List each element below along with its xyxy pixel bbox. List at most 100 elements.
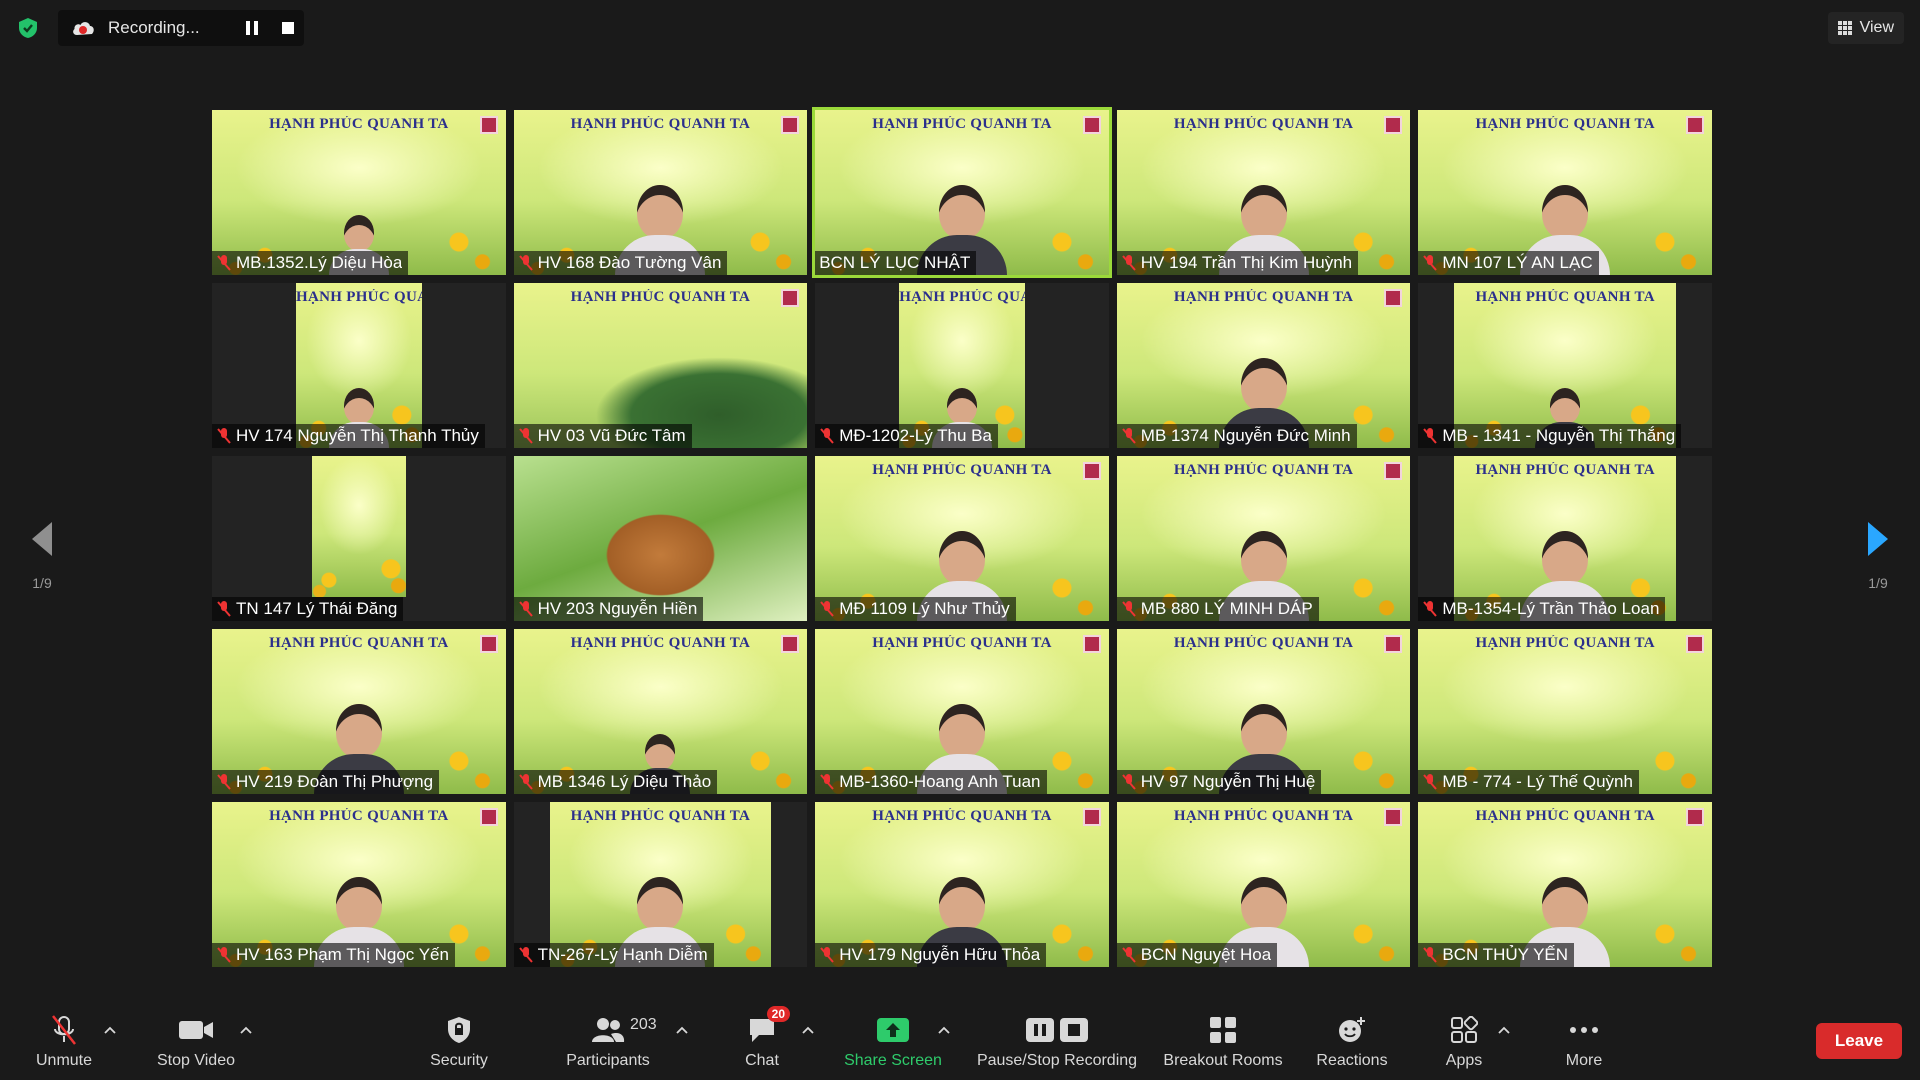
video-tile[interactable]: HẠNH PHÚC QUANH TA MB 880 LÝ MINH DÁP	[1116, 456, 1411, 621]
video-tile[interactable]: HẠNH PHÚC QUANH TA MN 107 LÝ AN LẠC	[1418, 110, 1712, 275]
background-title: HẠNH PHÚC QUANH TA	[1475, 289, 1655, 305]
video-tile[interactable]: HẠNH PHÚC QUANH TA MĐ 1109 Lý Như Thủy	[815, 456, 1109, 621]
qr-code-icon	[1685, 635, 1704, 653]
qr-code-icon	[781, 116, 800, 134]
breakout-rooms-label: Breakout Rooms	[1163, 1052, 1283, 1069]
cloud-recording-icon	[73, 22, 94, 35]
chat-label: Chat	[745, 1052, 779, 1069]
video-tile[interactable]: HẠNH PHÚC QUANH TA MB-1360-Hoang Anh Tua…	[815, 629, 1109, 794]
participant-name: MĐ 1109 Lý Như Thủy	[839, 599, 1010, 618]
reactions-label: Reactions	[1316, 1052, 1388, 1069]
mic-muted-icon	[1122, 774, 1136, 790]
video-tile[interactable]: HV 203 Nguyễn Hiền	[513, 456, 808, 621]
view-button[interactable]: View	[1827, 12, 1904, 44]
qr-code-icon	[1384, 635, 1403, 653]
chevron-up-icon[interactable]	[802, 1026, 814, 1034]
mic-muted-icon	[217, 255, 231, 271]
video-tile[interactable]: HẠNH PHÚC QUANH TA MB 1374 Nguyễn Đức Mi…	[1116, 283, 1411, 448]
video-tile[interactable]: HẠNH PHÚC QUANH TA HV 97 Nguyễn Thị Huệ	[1116, 629, 1411, 794]
pause-recording-button[interactable]	[246, 21, 260, 35]
participant-name: HV 179 Nguyễn Hữu Thỏa	[839, 945, 1041, 964]
video-tile-active-speaker[interactable]: HẠNH PHÚC QUANH TA BCN LÝ LỤC NHẬT	[812, 107, 1112, 278]
video-gallery: HẠNH PHÚC QUANH TA MB.1352.Lý Diệu Hòa H…	[212, 107, 1712, 975]
more-label: More	[1565, 1052, 1603, 1069]
grid-icon	[1837, 21, 1852, 35]
meeting-toolbar: Unmute Stop Video Security 203 Participa…	[0, 1000, 1920, 1080]
mic-muted-icon	[217, 601, 231, 617]
participant-name: HV 163 Phạm Thị Ngọc Yến	[236, 945, 449, 964]
participant-name: MB - 774 - Lý Thế Quỳnh	[1442, 772, 1633, 791]
apps-button[interactable]: Apps	[1436, 1008, 1492, 1076]
video-tile[interactable]: HẠNH PHÚC QUANH TA HV 194 Trần Thị Kim H…	[1116, 110, 1411, 275]
stop-video-button[interactable]: Stop Video	[148, 1008, 244, 1076]
chevron-up-icon[interactable]	[104, 1026, 116, 1034]
breakout-rooms-button[interactable]: Breakout Rooms	[1160, 1008, 1286, 1076]
participant-name: TN 147 Lý Thái Đăng	[236, 599, 398, 618]
share-screen-button[interactable]: Share Screen	[840, 1008, 946, 1076]
background-title: HẠNH PHÚC QUANH TA	[570, 808, 751, 824]
video-tile[interactable]: HẠNH PHÚC QUANH TA HV 03 Vũ Đức Tâm	[513, 283, 808, 448]
participant-name: HV 168 Đào Tường Vân	[537, 253, 722, 272]
gallery-row: TN 147 Lý Thái Đăng HV 203 Nguyễn Hiền H…	[212, 456, 1712, 621]
qr-code-icon	[1082, 808, 1101, 826]
participants-button[interactable]: 203 Participants	[556, 1008, 660, 1076]
mic-muted-icon	[1122, 601, 1136, 617]
video-tile[interactable]: TN 147 Lý Thái Đăng	[212, 456, 506, 621]
video-tile[interactable]: HẠNH PHÚC QUANH TA MĐ-1202-Lý Thu Ba	[815, 283, 1109, 448]
video-tile[interactable]: HẠNH PHÚC QUANH TA BCN THỦY YẾN	[1418, 802, 1712, 967]
next-page-button[interactable]: 1/9	[1858, 520, 1898, 591]
video-tile[interactable]: HẠNH PHÚC QUANH TA HV 174 Nguyễn Thị Tha…	[212, 283, 506, 448]
mic-muted-icon	[217, 947, 231, 963]
participants-label: Participants	[566, 1052, 650, 1069]
mic-muted-icon	[217, 774, 231, 790]
mic-muted-icon	[820, 428, 834, 444]
video-tile[interactable]: HẠNH PHÚC QUANH TA HV 163 Phạm Thị Ngọc …	[212, 802, 506, 967]
chevron-up-icon[interactable]	[938, 1026, 950, 1034]
video-tile[interactable]: HẠNH PHÚC QUANH TA MB 1346 Lý Diệu Thảo	[513, 629, 808, 794]
video-camera-icon	[179, 1021, 213, 1039]
chevron-up-icon[interactable]	[240, 1026, 252, 1034]
participant-name: MB 880 LÝ MINH DÁP	[1140, 599, 1313, 618]
stop-video-label: Stop Video	[157, 1052, 235, 1069]
gallery-row: HẠNH PHÚC QUANH TA HV 163 Phạm Thị Ngọc …	[212, 802, 1712, 967]
mic-muted-icon	[518, 255, 533, 271]
security-button[interactable]: Security	[420, 1008, 498, 1076]
qr-code-icon	[1384, 462, 1403, 480]
background-title: HẠNH PHÚC QUANH TA	[1173, 116, 1354, 132]
mic-muted-icon	[1122, 255, 1136, 271]
participant-name: BCN Nguyệt Hoa	[1140, 945, 1272, 964]
view-label: View	[1859, 19, 1894, 36]
more-button[interactable]: More	[1556, 1008, 1612, 1076]
video-tile[interactable]: HẠNH PHÚC QUANH TA MB - 1341 - Nguyễn Th…	[1418, 283, 1712, 448]
security-label: Security	[430, 1052, 488, 1069]
video-tile[interactable]: HẠNH PHÚC QUANH TA HV 179 Nguyễn Hữu Thỏ…	[815, 802, 1109, 967]
stop-recording-button[interactable]	[282, 22, 294, 34]
reactions-button[interactable]: Reactions	[1308, 1008, 1396, 1076]
video-tile[interactable]: HẠNH PHÚC QUANH TA MB.1352.Lý Diệu Hòa	[212, 110, 506, 275]
chevron-up-icon[interactable]	[1498, 1026, 1510, 1034]
video-tile[interactable]: HẠNH PHÚC QUANH TA HV 168 Đào Tường Vân	[513, 110, 808, 275]
video-tile[interactable]: HẠNH PHÚC QUANH TA TN-267-Lý Hạnh Diễm	[513, 802, 808, 967]
mic-muted-icon	[820, 601, 834, 617]
background-title: HẠNH PHÚC QUANH TA	[872, 635, 1052, 651]
mic-muted-icon	[518, 428, 533, 444]
video-tile[interactable]: HẠNH PHÚC QUANH TA MB - 774 - Lý Thế Quỳ…	[1418, 629, 1712, 794]
video-tile[interactable]: HẠNH PHÚC QUANH TA BCN Nguyệt Hoa	[1116, 802, 1411, 967]
security-shield-icon[interactable]	[16, 16, 40, 40]
page-indicator-left: 1/9	[32, 575, 52, 591]
breakout-rooms-icon	[1210, 1017, 1236, 1043]
qr-code-icon	[1685, 808, 1704, 826]
leave-button[interactable]: Leave	[1816, 1023, 1902, 1059]
previous-page-button[interactable]: 1/9	[22, 520, 62, 591]
chevron-up-icon[interactable]	[676, 1026, 688, 1034]
gallery-row: HẠNH PHÚC QUANH TA HV 219 Đoàn Thị Phượn…	[212, 629, 1712, 794]
video-tile[interactable]: HẠNH PHÚC QUANH TA HV 219 Đoàn Thị Phượn…	[212, 629, 506, 794]
participant-name: HV 203 Nguyễn Hiền	[537, 599, 698, 618]
pause-stop-recording-button[interactable]: Pause/Stop Recording	[970, 1008, 1144, 1076]
mic-muted-icon	[518, 601, 533, 617]
video-tile[interactable]: HẠNH PHÚC QUANH TA MB-1354-Lý Trần Thảo …	[1418, 456, 1712, 621]
mic-muted-icon	[518, 947, 533, 963]
apps-icon	[1451, 1016, 1478, 1043]
chat-button[interactable]: 20 Chat	[734, 1006, 790, 1076]
unmute-button[interactable]: Unmute	[28, 1008, 100, 1076]
